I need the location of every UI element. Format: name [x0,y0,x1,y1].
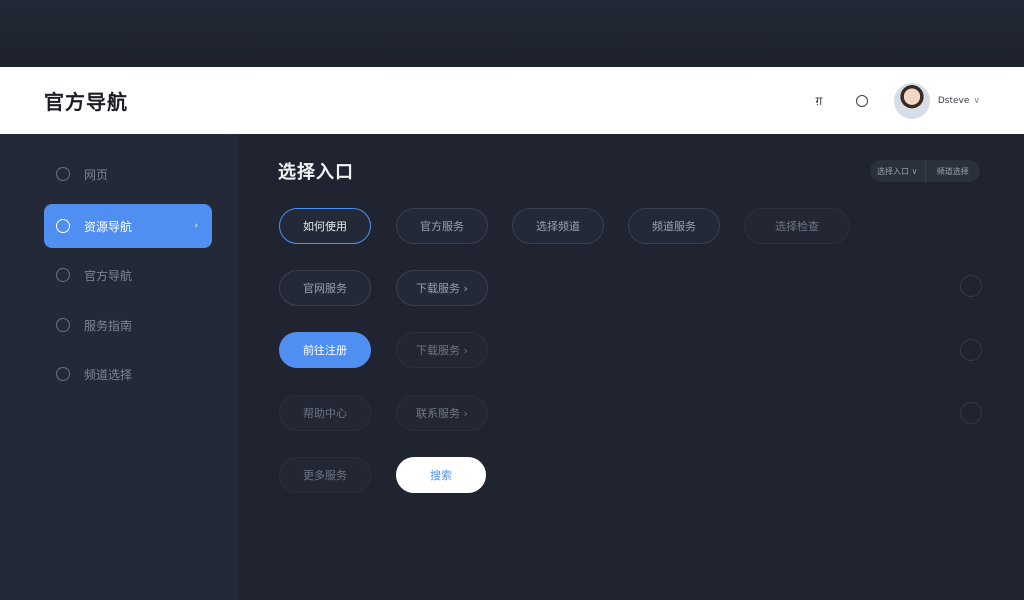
username[interactable]: Dsteve [938,96,970,106]
option-pill[interactable]: 选择频道 [512,208,604,244]
cloud-icon [56,167,70,181]
option-pill[interactable]: 官网服务 [279,270,371,306]
pin-icon [56,268,70,282]
sidebar-item-label: 资源导航 [84,219,133,234]
filter-option-entry[interactable]: 选择入口 ∨ [870,166,925,177]
option-pill[interactable]: 频道服务 [628,208,720,244]
notification-icon[interactable] [855,94,868,107]
sidebar-item-label: 频道选择 [84,367,133,382]
radio-indicator[interactable] [960,402,982,424]
sidebar-item-channel[interactable]: 频道选择 [44,352,212,396]
avatar[interactable] [893,82,930,119]
sidebar-item-resources[interactable]: 资源导航 › [44,204,212,248]
filter-option-channel[interactable]: 频道选择 [926,166,981,177]
sidebar-item-guide[interactable]: 服务指南 [44,303,212,347]
monitor-icon [56,318,70,332]
option-pill[interactable]: 选择检查 [744,208,850,244]
sidebar-item-web[interactable]: 网页 [44,152,212,196]
option-pill[interactable]: 下载服务 › [396,270,488,306]
sidebar-item-label: 网页 [84,167,109,182]
filter-toggle[interactable]: 选择入口 ∨ 频道选择 [870,160,980,182]
chevron-down-icon[interactable]: ∨ [973,96,980,106]
language-icon[interactable]: ग़ [808,92,830,109]
brand-title: 官方导航 [44,90,128,114]
page-title: 选择入口 [278,162,354,183]
header-actions: ग़ Dsteve ∨ [808,82,980,119]
radio-indicator[interactable] [960,339,982,361]
option-pill[interactable]: 联系服务 › [396,395,488,431]
option-pill[interactable]: 更多服务 [279,457,371,493]
app-header: 官方导航 ग़ Dsteve ∨ [0,67,1024,134]
option-pill[interactable]: 官方服务 [396,208,488,244]
globe-icon [56,367,70,381]
option-pill[interactable]: 帮助中心 [279,395,371,431]
chevron-right-icon: › [194,221,198,231]
search-button[interactable]: 搜索 [396,457,486,493]
option-pill[interactable]: 前往注册 [279,332,371,368]
search-icon [56,219,70,233]
sidebar-item-official[interactable]: 官方导航 [44,253,212,297]
option-pill[interactable]: 如何使用 [279,208,371,244]
window-top-strip [0,0,1024,67]
sidebar-item-label: 官方导航 [84,268,133,283]
radio-indicator[interactable] [960,275,982,297]
sidebar-item-label: 服务指南 [84,318,133,333]
option-pill[interactable]: 下载服务 › [396,332,488,368]
